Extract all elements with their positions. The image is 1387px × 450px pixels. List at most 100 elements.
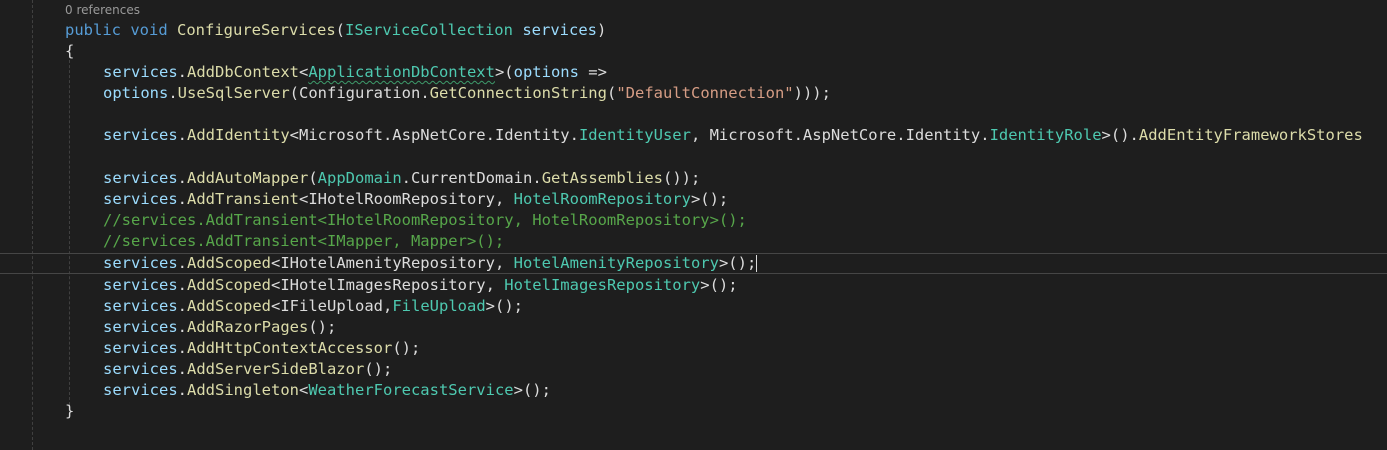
parameter: options <box>513 63 579 81</box>
method-name: AddIdentity <box>187 126 290 144</box>
code-line[interactable]: services.AddTransient<IHotelRoomReposito… <box>0 189 728 210</box>
method-name: GetConnectionString <box>429 84 607 102</box>
punctuation: >(); <box>485 297 523 315</box>
type-name: HotelAmenityRepository <box>513 254 719 272</box>
code-line[interactable]: services.AddHttpContextAccessor(); <box>0 338 420 359</box>
method-name: ConfigureServices <box>177 21 336 39</box>
type-name: IdentityUser <box>578 126 691 144</box>
identifier: services <box>103 276 178 294</box>
code-line[interactable]: services.AddRazorPages(); <box>0 317 336 338</box>
punctuation: . <box>177 360 187 378</box>
punctuation: . <box>420 84 430 102</box>
method-name: AddScoped <box>187 254 271 272</box>
code-line[interactable]: } <box>0 401 74 422</box>
punctuation: . <box>177 339 187 357</box>
interface-name: <IHotelAmenityRepository, <box>271 254 514 272</box>
code-line[interactable]: //services.AddTransient<IHotelRoomReposi… <box>0 210 747 231</box>
code-line[interactable]: services.AddScoped<IFileUpload,FileUploa… <box>0 296 523 317</box>
identifier: services <box>103 254 178 272</box>
method-name: AddEntityFrameworkStores <box>1138 126 1363 144</box>
punctuation: ) <box>596 21 607 39</box>
identifier: services <box>103 381 178 399</box>
type-name: AppDomain <box>317 169 402 187</box>
punctuation: >( <box>494 63 514 81</box>
code-line[interactable]: { <box>0 41 74 62</box>
punctuation: < <box>298 63 309 81</box>
identifier: services <box>103 318 178 336</box>
code-line[interactable]: services.AddIdentity<Microsoft.AspNetCor… <box>0 125 1363 146</box>
punctuation: . <box>401 169 412 187</box>
close-brace: } <box>65 402 75 420</box>
method-name: AddHttpContextAccessor <box>187 339 393 357</box>
punctuation: => <box>578 63 607 81</box>
punctuation: . <box>177 169 187 187</box>
method-name: AddDbContext <box>187 63 299 81</box>
current-line[interactable]: services.AddScoped<IHotelAmenityReposito… <box>0 253 1387 274</box>
punctuation: < <box>298 381 309 399</box>
method-name: GetAssemblies <box>541 169 664 187</box>
punctuation: . <box>177 190 187 208</box>
namespace: , Microsoft.AspNetCore.Identity. <box>690 126 990 144</box>
punctuation: >(). <box>1101 126 1139 144</box>
punctuation: . <box>532 169 542 187</box>
code-line[interactable]: options.UseSqlServer(Configuration.GetCo… <box>0 83 831 104</box>
method-name: AddAutoMapper <box>187 169 309 187</box>
method-name: AddRazorPages <box>187 318 309 336</box>
interface-name: <IFileUpload, <box>271 297 393 315</box>
type-name: ApplicationDbContext <box>308 63 495 81</box>
method-name: AddScoped <box>187 297 271 315</box>
method-name: AddTransient <box>187 190 299 208</box>
type-name: IdentityRole <box>989 126 1102 144</box>
punctuation: . <box>177 318 187 336</box>
identifier: services <box>103 63 178 81</box>
method-name: AddServerSideBlazor <box>187 360 365 378</box>
code-line[interactable]: //services.AddTransient<IMapper, Mapper>… <box>0 231 504 252</box>
string-literal: "DefaultConnection" <box>616 84 794 102</box>
code-line[interactable]: services.AddAutoMapper(AppDomain.Current… <box>0 168 700 189</box>
identifier: services <box>103 126 178 144</box>
punctuation: . <box>177 254 187 272</box>
code-line[interactable]: public void ConfigureServices(IServiceCo… <box>0 20 606 41</box>
type-name: FileUpload <box>392 297 486 315</box>
code-line[interactable]: services.AddDbContext<ApplicationDbConte… <box>0 62 607 83</box>
identifier: Configuration <box>299 84 421 102</box>
code-line[interactable]: services.AddScoped<IHotelImagesRepositor… <box>0 275 738 296</box>
punctuation: ( <box>289 84 299 102</box>
keyword: public <box>65 21 121 39</box>
type-name: IServiceCollection <box>345 21 513 39</box>
punctuation: . <box>177 381 187 399</box>
parameter: options <box>103 84 169 102</box>
type-name: WeatherForecastService <box>308 381 514 399</box>
interface-name: <IHotelRoomRepository, <box>298 190 514 208</box>
punctuation: ()); <box>663 169 701 187</box>
code-line[interactable]: services.AddServerSideBlazor(); <box>0 359 392 380</box>
keyword: void <box>130 21 168 39</box>
identifier: services <box>103 339 178 357</box>
punctuation: ))); <box>793 84 831 102</box>
identifier: services <box>103 297 178 315</box>
namespace: <Microsoft.AspNetCore.Identity. <box>289 126 579 144</box>
codelens-references[interactable]: 0 references <box>65 3 140 17</box>
punctuation: ( <box>308 169 318 187</box>
code-line[interactable]: services.AddSingleton<WeatherForecastSer… <box>0 380 551 401</box>
text-cursor <box>756 255 758 272</box>
comment: //services.AddTransient<IMapper, Mapper>… <box>103 232 505 250</box>
code-editor[interactable]: 0 references public void ConfigureServic… <box>0 0 1387 450</box>
method-name: AddSingleton <box>187 381 299 399</box>
indent-guide <box>69 50 70 405</box>
interface-name: <IHotelImagesRepository, <box>271 276 505 294</box>
punctuation: >(); <box>700 276 738 294</box>
punctuation: (); <box>392 339 421 357</box>
punctuation: (); <box>308 318 337 336</box>
punctuation: ( <box>335 21 345 39</box>
property: CurrentDomain <box>411 169 533 187</box>
punctuation: . <box>177 297 187 315</box>
type-name: HotelImagesRepository <box>504 276 701 294</box>
punctuation: >(); <box>718 254 757 272</box>
parameter: services <box>522 21 597 39</box>
punctuation: . <box>177 63 187 81</box>
identifier: services <box>103 360 178 378</box>
open-brace: { <box>65 42 75 60</box>
identifier: services <box>103 169 178 187</box>
punctuation: . <box>177 276 187 294</box>
